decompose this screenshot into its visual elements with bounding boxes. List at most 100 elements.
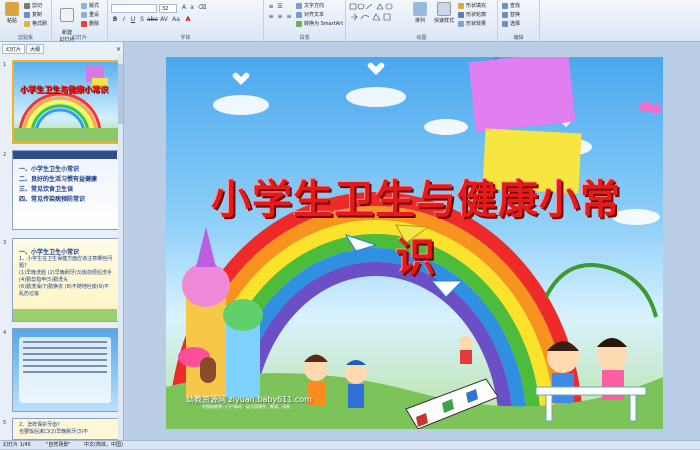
slides-panel: 幻灯片 大纲 × 1 小学生卫生与健康小常识 2 一、小学生卫生小常识 二、良好…: [0, 42, 124, 440]
close-icon[interactable]: ×: [116, 46, 121, 53]
slide-number: 3: [3, 240, 7, 246]
replace-icon: [502, 11, 508, 18]
align-right-button[interactable]: ≡: [285, 13, 293, 21]
pen-icon: [458, 11, 464, 18]
cursor-icon: [502, 20, 508, 27]
delete-icon: [81, 20, 87, 27]
underline-button[interactable]: U: [129, 16, 137, 24]
thumb2-header-bar: [13, 151, 117, 159]
text-direction-icon: [296, 2, 302, 9]
bold-button[interactable]: B: [111, 16, 119, 24]
brush-icon: [24, 20, 30, 27]
layout-button[interactable]: 版式: [81, 2, 99, 10]
paste-button[interactable]: 粘贴: [2, 2, 22, 30]
butterfly-icon: [639, 102, 662, 114]
fill-bucket-icon: [458, 2, 464, 9]
shape-outline-button[interactable]: 形状轮廓: [458, 11, 486, 19]
ribbon: 粘贴 剪切 复制 格式刷 剪贴板 新建 幻灯片 版式 重设 删除 幻灯片 32 …: [0, 0, 700, 43]
slide-thumbnail-1[interactable]: 小学生卫生与健康小常识: [12, 60, 120, 144]
clear-format-button[interactable]: ⌫: [198, 4, 206, 12]
arrange-button[interactable]: 排列: [410, 2, 430, 30]
thumb1-title: 小学生卫生与健康小常识: [20, 85, 108, 94]
slide-number: 5: [3, 420, 7, 426]
select-button[interactable]: 选择: [502, 20, 520, 28]
grow-font-button[interactable]: A: [180, 4, 188, 12]
smartart-button[interactable]: 转换为 SmartArt: [296, 20, 343, 28]
shape-effects-button[interactable]: 形状效果: [458, 20, 486, 28]
shadow-button[interactable]: S: [138, 16, 146, 24]
editing-group: 查找 替换 选择 编辑: [498, 0, 540, 42]
new-slide-button[interactable]: 新建 幻灯片: [55, 2, 79, 43]
slide-number: 2: [3, 152, 7, 158]
slide-number: 1: [3, 62, 7, 68]
font-name-dropdown[interactable]: [111, 4, 157, 13]
strikethrough-button[interactable]: abc: [147, 16, 158, 24]
thumb2-list: 一、小学生卫生小常识 二、良好的生活习惯有益健康 三、常见饮食卫生误 四、常见传…: [19, 166, 98, 203]
drawing-group: 排列 快速样式 形状填充 形状轮廓 形状效果 绘图: [346, 0, 498, 42]
slide-number: 4: [3, 330, 7, 336]
arrange-icon: [413, 2, 427, 16]
slide-title[interactable]: 小学生卫生与健康小常识: [196, 167, 636, 283]
panel-tabs: 幻灯片 大纲 ×: [0, 44, 124, 54]
slide-thumbnail-3[interactable]: 一、小学生卫生小常识 1、小学生在卫生保健方面应该注意哪些问题? (1)早晚洗脸…: [12, 238, 120, 322]
binoculars-icon: [502, 2, 508, 9]
shape-fill-button[interactable]: 形状填充: [458, 2, 486, 10]
spacing-button[interactable]: AV: [160, 16, 168, 24]
copy-button[interactable]: 复制: [24, 11, 42, 19]
font-color-button[interactable]: A: [184, 16, 192, 24]
slides-group-label: 幻灯片: [71, 35, 87, 41]
slide-thumbnail-2[interactable]: 一、小学生卫生小常识 二、良好的生活习惯有益健康 三、常见饮食卫生误 四、常见传…: [12, 150, 120, 230]
scrollbar-thumb[interactable]: [118, 64, 123, 124]
thumb4-text-box: [19, 337, 111, 403]
align-center-button[interactable]: ≡: [276, 13, 284, 21]
quick-styles-icon: [437, 2, 451, 16]
effects-icon: [458, 20, 464, 27]
clipboard-group-label: 剪贴板: [17, 35, 33, 41]
clipboard-icon: [5, 2, 19, 16]
shapes-gallery[interactable]: [349, 3, 401, 25]
watermark-subtext: 中国幼教第一门户网站 - 幼儿园课件、教案、试卷: [202, 404, 290, 409]
paragraph-group-label: 段落: [299, 35, 310, 41]
delete-slide-button[interactable]: 删除: [81, 20, 99, 28]
copy-icon: [24, 11, 30, 18]
drawing-group-label: 绘图: [416, 35, 427, 41]
scissors-icon: [24, 2, 30, 9]
find-button[interactable]: 查找: [502, 2, 520, 10]
quick-styles-button[interactable]: 快速样式: [432, 2, 456, 30]
status-bar: 幻灯片 1/45 "自然场景" 中文(简体，中国): [0, 440, 700, 449]
layout-icon: [81, 2, 87, 9]
format-painter-button[interactable]: 格式刷: [24, 20, 47, 28]
reset-button[interactable]: 重设: [81, 11, 99, 19]
align-text-icon: [296, 11, 302, 18]
shrink-font-button[interactable]: a: [188, 4, 196, 12]
thumb3-grass: [13, 309, 117, 321]
reset-icon: [81, 11, 87, 18]
tab-slides[interactable]: 幻灯片: [2, 44, 26, 54]
font-group: 32 A a ⌫ B I U S abc AV Aa A 字体: [108, 0, 264, 42]
align-text-button[interactable]: 对齐文本: [296, 11, 324, 19]
thumb3-text: 一、小学生卫生小常识 1、小学生在卫生保健方面应该注意哪些问题? (1)早晚洗脸…: [19, 249, 113, 297]
thumb5-text: 2、怎样保护牙齿? 也要饭后漱口(2)早晚刷牙(3)不: [19, 422, 89, 435]
slide-thumbnail-5[interactable]: 2、怎样保护牙齿? 也要饭后漱口(2)早晚刷牙(3)不: [12, 418, 120, 440]
font-group-label: 字体: [180, 35, 191, 41]
panel-scrollbar[interactable]: [118, 54, 123, 440]
text-direction-button[interactable]: 文字方向: [296, 2, 324, 10]
clipboard-group: 粘贴 剪切 复制 格式刷 剪贴板: [0, 0, 52, 42]
thumb1-art: [14, 66, 118, 142]
cut-button[interactable]: 剪切: [24, 2, 42, 10]
change-case-button[interactable]: Aa: [172, 16, 180, 24]
font-size-dropdown[interactable]: 32: [159, 4, 177, 13]
smartart-icon: [296, 20, 302, 27]
italic-button[interactable]: I: [120, 16, 128, 24]
editing-group-label: 编辑: [513, 35, 524, 41]
replace-button[interactable]: 替换: [502, 11, 520, 19]
paragraph-group: ≡ ☰ ≡ ≡ ≡ 文字方向 对齐文本 转换为 SmartArt 段落: [264, 0, 346, 42]
main-slide[interactable]: 小学生卫生与健康小常识 幼教资源网 ziyuan.baby611.com 中国幼…: [166, 57, 663, 429]
numbering-button[interactable]: ☰: [276, 3, 284, 11]
tab-outline[interactable]: 大纲: [26, 44, 45, 54]
slide-thumbnail-4[interactable]: [12, 328, 120, 412]
bullets-button[interactable]: ≡: [267, 3, 275, 11]
align-left-button[interactable]: ≡: [267, 13, 275, 21]
slides-group: 新建 幻灯片 版式 重设 删除 幻灯片: [52, 0, 108, 43]
new-slide-icon: [60, 8, 74, 22]
